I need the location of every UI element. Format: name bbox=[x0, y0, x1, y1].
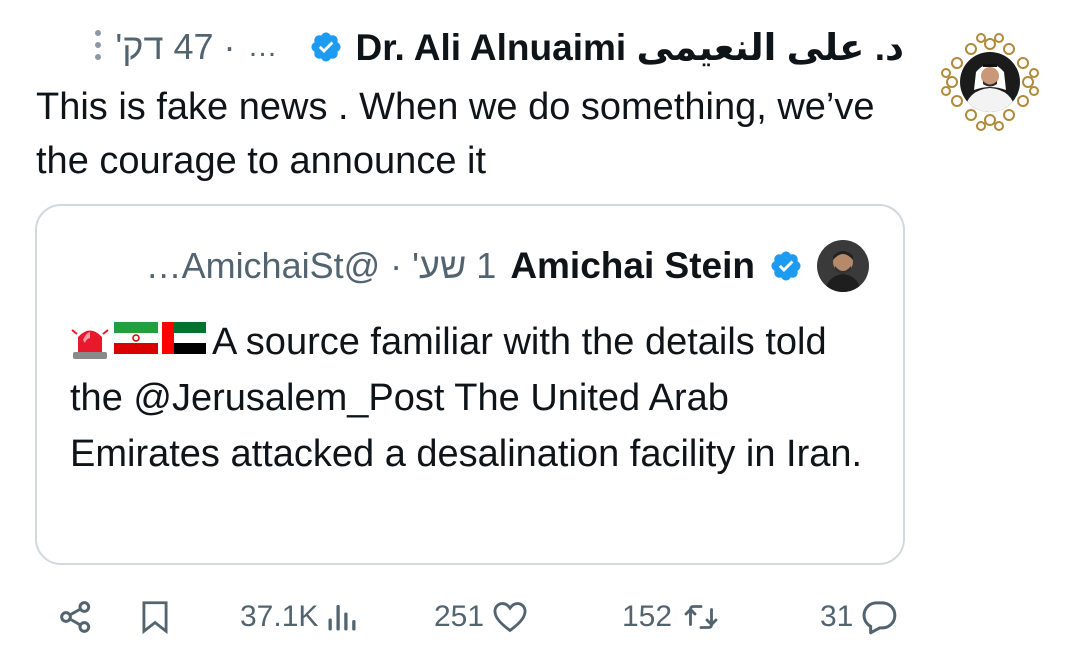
reply-count: 31 bbox=[820, 600, 854, 633]
avatar-frame-image bbox=[941, 33, 1039, 131]
like-icon bbox=[490, 598, 530, 636]
more-options-icon[interactable] bbox=[93, 28, 103, 67]
quoted-handle-time: 1 שע' · @AmichaiSt… bbox=[145, 245, 497, 286]
author-avatar[interactable] bbox=[936, 28, 1044, 136]
retweet-count: 152 bbox=[622, 600, 673, 633]
like-button[interactable]: 251 bbox=[434, 592, 530, 642]
emoji-group bbox=[70, 322, 206, 360]
tweet-header: · 47 דק' … Dr. Ali Alnuaimi د. على النعي… bbox=[93, 24, 904, 70]
bookmark-button[interactable] bbox=[136, 592, 174, 642]
uae-flag-emoji bbox=[162, 322, 206, 360]
share-icon bbox=[56, 597, 96, 637]
police-light-emoji bbox=[70, 322, 110, 360]
quoted-tweet-card[interactable]: 1 שע' · @AmichaiSt… Amichai Stein A sour… bbox=[35, 204, 905, 565]
views-icon bbox=[324, 599, 360, 635]
views-button[interactable]: 37.1K bbox=[240, 592, 360, 642]
author-name[interactable]: Dr. Ali Alnuaimi د. على النعيمى bbox=[355, 26, 904, 69]
reply-icon bbox=[859, 597, 899, 637]
iran-flag-emoji bbox=[114, 322, 158, 360]
retweet-button[interactable]: 152 bbox=[622, 592, 724, 642]
quoted-tweet-text: A source familiar with the details told … bbox=[70, 314, 880, 482]
tweet-time[interactable]: · 47 דק' bbox=[115, 26, 235, 68]
tweet-text: This is fake news . When we do something… bbox=[36, 86, 875, 182]
reply-button[interactable]: 31 bbox=[820, 592, 899, 642]
bookmark-icon bbox=[136, 597, 174, 637]
truncated-handle: … bbox=[247, 30, 280, 63]
retweet-icon bbox=[678, 599, 724, 635]
share-button[interactable] bbox=[56, 592, 96, 642]
views-count: 37.1K bbox=[240, 600, 319, 633]
quoted-author-name[interactable]: Amichai Stein bbox=[510, 245, 755, 287]
like-count: 251 bbox=[434, 600, 485, 633]
verified-badge-icon bbox=[309, 30, 343, 64]
quoted-author-avatar[interactable] bbox=[817, 240, 869, 292]
verified-badge-icon bbox=[769, 249, 803, 283]
quoted-tweet-header: 1 שע' · @AmichaiSt… Amichai Stein bbox=[146, 240, 869, 292]
tweet-action-bar: 37.1K 251 152 31 bbox=[0, 592, 1080, 642]
